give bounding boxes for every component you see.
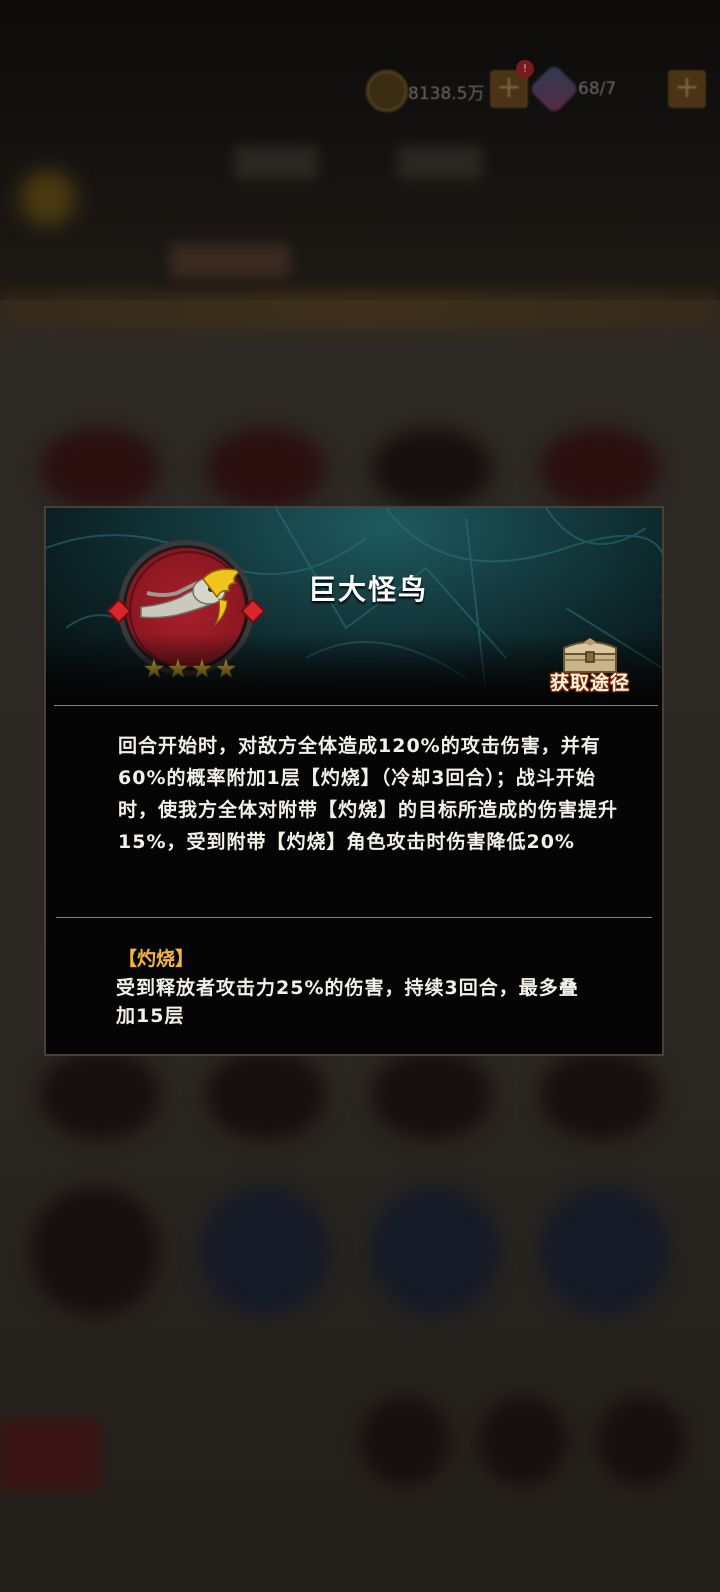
star-icon: ★ [142, 654, 166, 683]
background-skill-icon [360, 1396, 450, 1486]
background-skill-icon [540, 1186, 670, 1316]
background-top [0, 0, 720, 300]
background-skill-icon [540, 1050, 660, 1140]
skill-portrait [118, 540, 254, 676]
obtain-route-button[interactable]: 获取途径 [542, 636, 638, 698]
background-skill-icon [540, 428, 660, 508]
skill-description: 回合开始时，对敌方全体造成120%的攻击伤害，并有60%的概率附加1层【灼烧】（… [118, 735, 619, 853]
star-icon: ★ [190, 654, 214, 683]
coin-count: 8138.5万 [408, 84, 485, 104]
background-skill-icon [370, 1186, 500, 1316]
giant-bird-icon [140, 568, 243, 626]
skill-name: 巨大怪鸟 [308, 573, 429, 606]
background-skill-icon [200, 1186, 330, 1316]
skill-detail-dialog: ★ ★ ★ ★ 巨大怪鸟 获取途径 回合开始时，对敌方全体造成120%的攻击伤害… [44, 506, 664, 1056]
star-icon: ★ [166, 654, 190, 683]
status-effect-description: 受到释放者攻击力25%的伤害，持续3回合，最多叠加15层 [116, 977, 579, 1027]
background-skill-icon [30, 1186, 160, 1316]
background-skill-icon [40, 428, 160, 508]
background-tab [398, 146, 482, 180]
obtain-route-label: 获取途径 [549, 672, 630, 694]
background-tab [170, 244, 290, 278]
divider [54, 705, 658, 706]
background-skill-icon [40, 1050, 160, 1140]
star-icon: ★ [214, 654, 238, 683]
background-skill-icon [372, 1050, 492, 1140]
background-banner [0, 290, 720, 330]
background-skill-icon [206, 428, 326, 508]
background-skill-icon [206, 1050, 326, 1140]
add-gems-button[interactable]: + [668, 70, 706, 108]
status-effect-title: 【灼烧】 [118, 948, 195, 970]
gem-count: 68/7 [578, 79, 617, 99]
background-button [0, 1420, 100, 1490]
back-icon [20, 170, 76, 226]
divider [56, 917, 652, 918]
notify-badge: ! [516, 60, 534, 78]
background-tab [234, 146, 318, 180]
background-skill-icon [372, 428, 492, 508]
background-skill-icon [478, 1396, 568, 1486]
star-rating: ★ ★ ★ ★ [142, 656, 238, 682]
coin-icon [366, 70, 408, 112]
background-skill-icon [596, 1396, 686, 1486]
